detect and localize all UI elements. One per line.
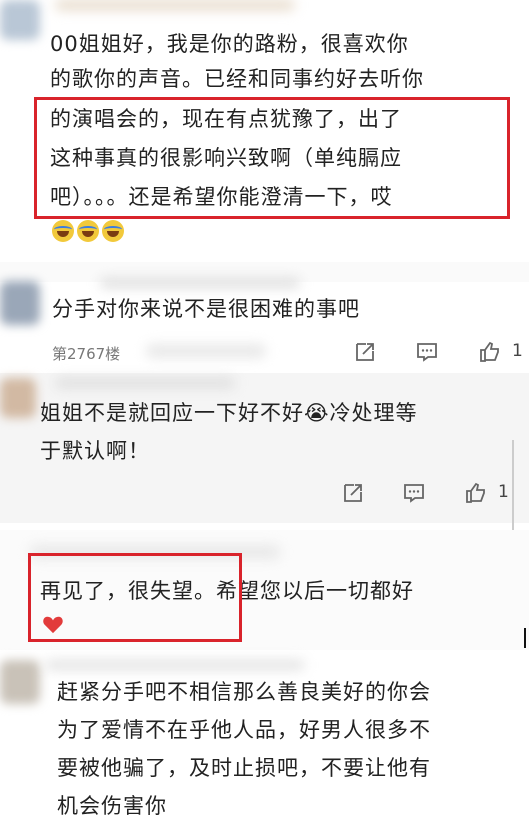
cry-laugh-emoji [77,220,99,242]
comment-icon[interactable] [415,340,439,364]
comment-line: 要被他骗了，及时止损吧，不要让他有 [57,756,431,780]
floor-number: 第2767楼 [52,345,121,363]
comment-line: 机会伤害你 [57,794,167,818]
like-count: 1 [498,482,509,502]
thumbs-up-icon[interactable] [464,481,488,505]
thumbs-up-icon[interactable] [478,340,502,364]
cry-laugh-emoji-row [52,220,127,243]
cry-laugh-emoji [52,220,74,242]
comment-line: 姐姐不是就回应一下好不好😭冷处理等 [40,401,418,425]
comment-line: 为了爱情不在乎他人品，好男人很多不 [57,718,431,742]
cursor [524,628,526,648]
comment-line: 于默认啊！ [40,439,150,463]
comment-line: 00姐姐好，我是你的路粉，很喜欢你 [50,32,409,56]
like-count: 1 [512,341,523,361]
comment-line: 的歌你的声音。已经和同事约好去听你 [50,67,424,91]
blurred-username [45,660,305,670]
comment-line: 分手对你来说不是很困难的事吧 [52,297,360,321]
blurred-time [146,344,266,358]
avatar[interactable] [0,378,36,418]
avatar[interactable] [0,0,40,40]
comment-line: 赶紧分手吧不相信那么善良美好的你会 [57,680,431,704]
avatar[interactable] [0,660,40,704]
blurred-username [55,378,235,388]
share-icon[interactable] [341,481,365,505]
comment-icon[interactable] [402,481,426,505]
avatar[interactable] [0,281,40,325]
blurred-username [55,0,295,10]
highlight-box [28,553,242,642]
highlight-box [34,97,510,219]
cry-laugh-emoji [102,220,124,242]
blurred-username [100,278,300,288]
share-icon[interactable] [353,340,377,364]
